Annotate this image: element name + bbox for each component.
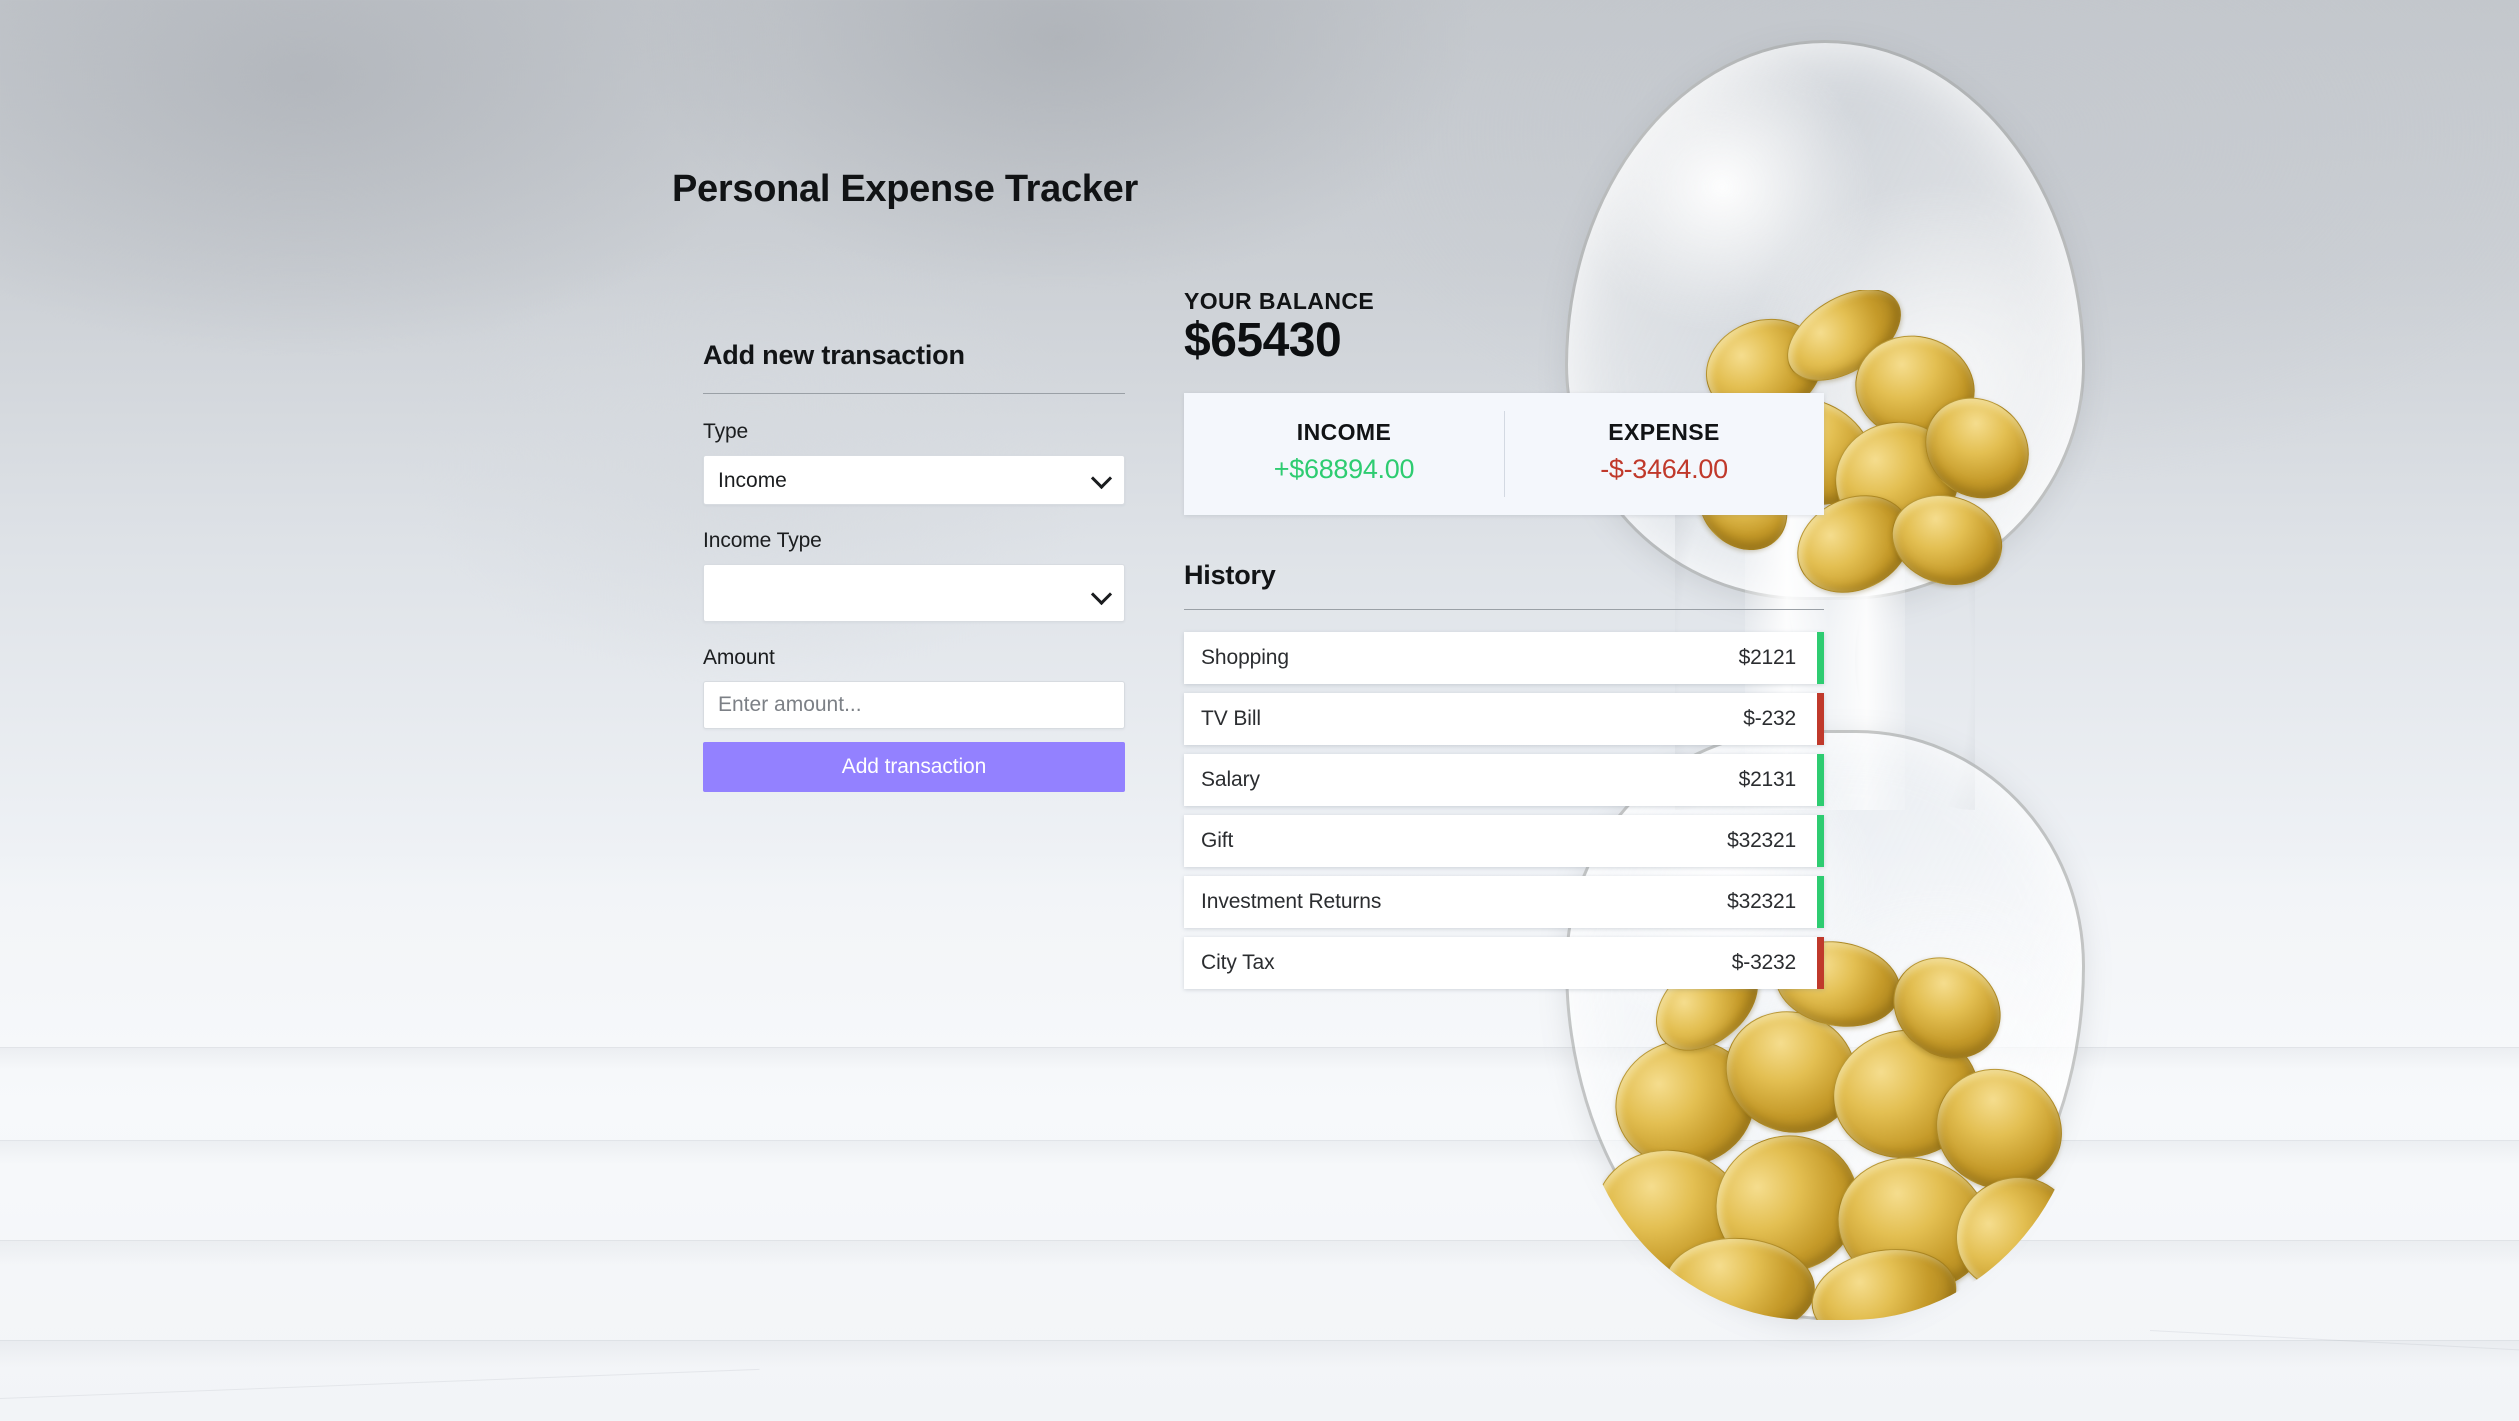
- history-item-value: $2131: [1738, 768, 1797, 791]
- expense-cell: EXPENSE -$-3464.00: [1504, 411, 1824, 497]
- history-item-value: $-3232: [1731, 951, 1796, 974]
- history-item-name: Investment Returns: [1201, 890, 1382, 913]
- history-item-value: $-232: [1743, 707, 1796, 730]
- balance-and-history: YOUR BALANCE $65430 INCOME +$68894.00 EX…: [1184, 288, 1824, 998]
- history-heading: History: [1184, 560, 1824, 610]
- income-cell: INCOME +$68894.00: [1184, 419, 1504, 485]
- income-label: INCOME: [1296, 419, 1392, 445]
- history-item[interactable]: Shopping $2121: [1184, 632, 1824, 684]
- history-item[interactable]: TV Bill $-232: [1184, 693, 1824, 745]
- history-item-name: Shopping: [1201, 646, 1289, 669]
- history-item-name: City Tax: [1201, 951, 1275, 974]
- app-content: Personal Expense Tracker Add new transac…: [0, 0, 2519, 1421]
- income-value: +$68894.00: [1273, 454, 1415, 484]
- add-transaction-button[interactable]: Add transaction: [703, 742, 1125, 792]
- history-item[interactable]: Gift $32321: [1184, 815, 1824, 867]
- history-item[interactable]: City Tax $-3232: [1184, 937, 1824, 989]
- history-item[interactable]: Investment Returns $32321: [1184, 876, 1824, 928]
- income-type-select[interactable]: [703, 564, 1125, 622]
- page-root: Personal Expense Tracker Add new transac…: [0, 0, 2519, 1421]
- type-select[interactable]: IncomeExpense: [703, 455, 1125, 505]
- history-item-value: $2121: [1738, 646, 1797, 669]
- amount-input[interactable]: [703, 681, 1125, 729]
- income-expense-summary-card: INCOME +$68894.00 EXPENSE -$-3464.00: [1184, 393, 1824, 515]
- add-transaction-form: Add new transaction Type IncomeExpense I…: [703, 340, 1125, 792]
- history-item-name: TV Bill: [1201, 707, 1261, 730]
- income-type-label: Income Type: [703, 529, 822, 552]
- type-label: Type: [703, 420, 749, 443]
- expense-label: EXPENSE: [1608, 419, 1720, 445]
- history-list: Shopping $2121 TV Bill $-232 Salary $2131 Gift…: [1184, 632, 1824, 989]
- history-item-value: $32321: [1727, 890, 1796, 913]
- balance-label: YOUR BALANCE: [1184, 288, 1375, 314]
- history-item-name: Gift: [1201, 829, 1234, 852]
- type-select-wrapper: IncomeExpense: [703, 455, 1125, 505]
- balance-amount: $65430: [1184, 314, 1342, 367]
- expense-value: -$-3464.00: [1600, 454, 1728, 484]
- history-item-value: $32321: [1727, 829, 1796, 852]
- income-type-select-wrapper: [703, 564, 1125, 622]
- history-item[interactable]: Salary $2131: [1184, 754, 1824, 806]
- history-item-name: Salary: [1201, 768, 1260, 791]
- page-title: Personal Expense Tracker: [672, 168, 1138, 210]
- form-heading: Add new transaction: [703, 340, 1125, 394]
- amount-label: Amount: [703, 646, 775, 669]
